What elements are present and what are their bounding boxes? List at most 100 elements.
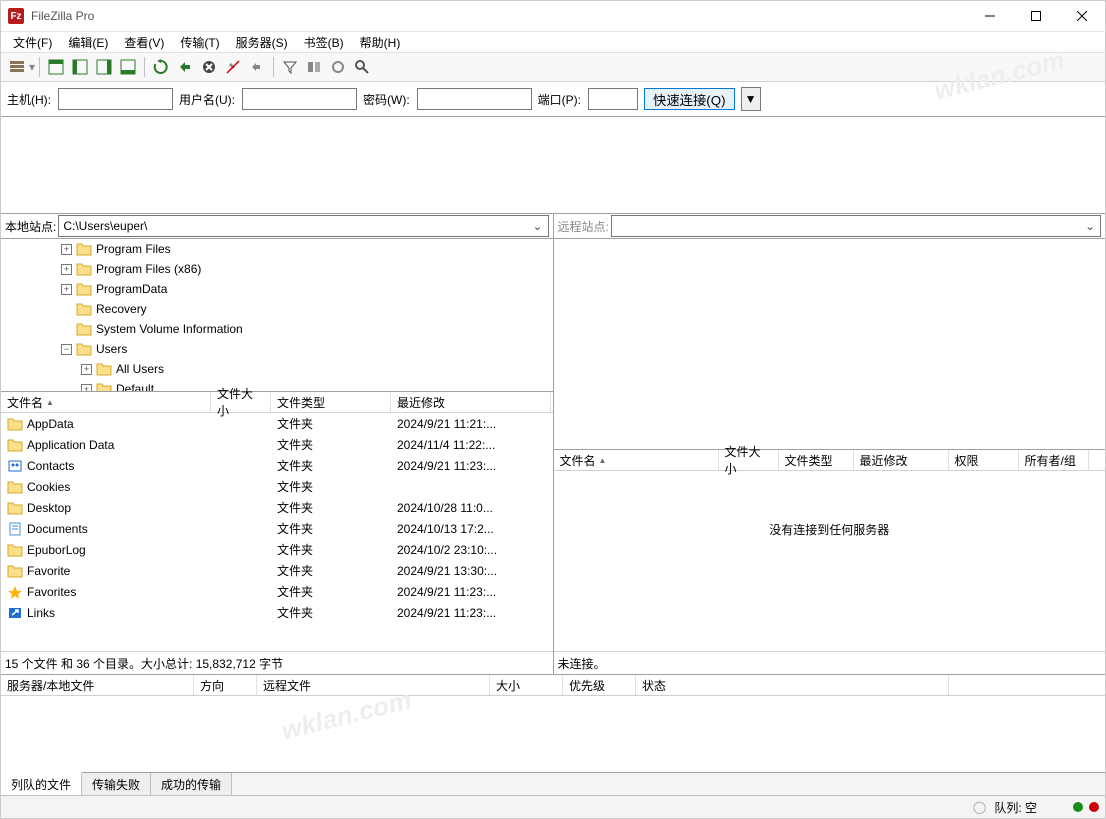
search-icon[interactable] <box>351 56 373 78</box>
remote-status: 未连接。 <box>554 651 1106 674</box>
menu-item[interactable]: 查看(V) <box>116 32 172 53</box>
pass-input[interactable] <box>417 88 532 110</box>
column-header[interactable]: 大小 <box>490 675 563 695</box>
statusbar: ◯ 队列: 空 <box>1 795 1105 818</box>
toggle-local-tree-icon[interactable] <box>69 56 91 78</box>
folder-icon <box>76 262 92 276</box>
tree-node[interactable]: +All Users <box>1 359 553 379</box>
app-icon: Fz <box>8 8 24 24</box>
menu-item[interactable]: 帮助(H) <box>352 32 409 53</box>
column-header[interactable]: 优先级 <box>563 675 636 695</box>
file-row[interactable]: EpuborLog文件夹2024/10/2 23:10:... <box>1 539 553 560</box>
queue-tab[interactable]: 成功的传输 <box>151 773 232 795</box>
column-header[interactable]: 服务器/本地文件 <box>1 675 194 695</box>
column-header[interactable]: 文件大小 <box>211 392 271 412</box>
message-log[interactable] <box>1 117 1105 214</box>
column-header[interactable]: 文件名▲ <box>1 392 211 412</box>
column-header[interactable]: 文件类型 <box>779 450 854 470</box>
toggle-remote-tree-icon[interactable] <box>93 56 115 78</box>
file-icon <box>7 564 23 578</box>
menu-item[interactable]: 书签(B) <box>296 32 352 53</box>
file-row[interactable]: Links文件夹2024/9/21 11:23:... <box>1 602 553 623</box>
tree-node[interactable]: System Volume Information <box>1 319 553 339</box>
column-header[interactable]: 权限 <box>949 450 1019 470</box>
chevron-down-icon[interactable]: ⌄ <box>530 218 546 234</box>
folder-icon <box>76 302 92 316</box>
file-row[interactable]: AppData文件夹2024/9/21 11:21:... <box>1 413 553 434</box>
file-row[interactable]: Cookies文件夹 <box>1 476 553 497</box>
process-queue-icon[interactable] <box>174 56 196 78</box>
host-input[interactable] <box>58 88 173 110</box>
disconnect-icon[interactable] <box>222 56 244 78</box>
tree-expander-icon[interactable]: + <box>81 364 92 375</box>
toggle-queue-icon[interactable] <box>117 56 139 78</box>
remote-path-input[interactable]: ⌄ <box>611 215 1101 237</box>
menu-item[interactable]: 传输(T) <box>172 32 227 53</box>
tree-node[interactable]: −Users <box>1 339 553 359</box>
tree-node[interactable]: +Program Files (x86) <box>1 259 553 279</box>
local-path-input[interactable]: C:\Users\euper\⌄ <box>58 215 548 237</box>
menu-item[interactable]: 编辑(E) <box>60 32 116 53</box>
tree-node[interactable]: +ProgramData <box>1 279 553 299</box>
tree-expander-icon[interactable]: − <box>61 344 72 355</box>
column-header[interactable]: 最近修改 <box>391 392 551 412</box>
tree-expander-icon[interactable]: + <box>61 284 72 295</box>
local-file-list[interactable]: 文件名▲文件大小文件类型最近修改 AppData文件夹2024/9/21 11:… <box>1 392 553 651</box>
tree-node[interactable]: +Program Files <box>1 239 553 259</box>
file-row[interactable]: Favorite文件夹2024/9/21 13:30:... <box>1 560 553 581</box>
window-title: FileZilla Pro <box>31 9 94 23</box>
port-input[interactable] <box>588 88 638 110</box>
menu-item[interactable]: 文件(F) <box>5 32 60 53</box>
transfer-queue: 服务器/本地文件方向远程文件大小优先级状态 列队的文件传输失败成功的传输 <box>1 674 1105 795</box>
file-row[interactable]: Contacts文件夹2024/9/21 11:23:... <box>1 455 553 476</box>
column-header[interactable]: 远程文件 <box>257 675 490 695</box>
quickconnect-dropdown-icon[interactable]: ▼ <box>741 87 761 111</box>
close-button[interactable] <box>1059 1 1105 31</box>
tree-expander-icon[interactable]: + <box>61 264 72 275</box>
remote-file-list[interactable]: 文件名▲文件大小文件类型最近修改权限所有者/组 没有连接到任何服务器 <box>554 450 1106 651</box>
queue-body[interactable] <box>1 696 1105 772</box>
tree-node[interactable]: +Default <box>1 379 553 392</box>
titlebar: Fz FileZilla Pro <box>1 1 1105 32</box>
refresh-icon[interactable] <box>150 56 172 78</box>
toggle-log-icon[interactable] <box>45 56 67 78</box>
tree-expander-icon[interactable]: + <box>61 244 72 255</box>
queue-tab[interactable]: 列队的文件 <box>1 772 82 795</box>
file-row[interactable]: Desktop文件夹2024/10/28 11:0... <box>1 497 553 518</box>
local-tree[interactable]: +Program Files+Program Files (x86)+Progr… <box>1 239 553 392</box>
column-header[interactable]: 状态 <box>636 675 949 695</box>
minimize-button[interactable] <box>967 1 1013 31</box>
reconnect-icon[interactable] <box>246 56 268 78</box>
file-row[interactable]: Documents文件夹2024/10/13 17:2... <box>1 518 553 539</box>
maximize-button[interactable] <box>1013 1 1059 31</box>
cancel-icon[interactable] <box>198 56 220 78</box>
file-row[interactable]: Favorites文件夹2024/9/21 11:23:... <box>1 581 553 602</box>
user-input[interactable] <box>242 88 357 110</box>
remote-tree[interactable] <box>554 239 1106 450</box>
column-header[interactable]: 文件大小 <box>719 450 779 470</box>
folder-icon <box>76 242 92 256</box>
menu-item[interactable]: 服务器(S) <box>228 32 296 53</box>
site-manager-icon[interactable] <box>6 56 28 78</box>
port-label: 端口(P): <box>538 91 581 108</box>
host-label: 主机(H): <box>7 91 51 108</box>
tree-node[interactable]: Recovery <box>1 299 553 319</box>
sync-icon[interactable] <box>327 56 349 78</box>
column-header[interactable]: 文件名▲ <box>554 450 719 470</box>
chevron-down-icon[interactable]: ⌄ <box>1082 218 1098 234</box>
user-label: 用户名(U): <box>179 91 235 108</box>
column-header[interactable]: 最近修改 <box>854 450 949 470</box>
folder-icon <box>96 382 112 392</box>
lock-icon: ◯ <box>973 800 986 814</box>
column-header[interactable]: 文件类型 <box>271 392 391 412</box>
folder-icon <box>76 322 92 336</box>
tree-expander-icon[interactable]: + <box>81 384 92 393</box>
column-header[interactable]: 所有者/组 <box>1019 450 1089 470</box>
file-row[interactable]: Application Data文件夹2024/11/4 11:22:... <box>1 434 553 455</box>
filter-icon[interactable] <box>279 56 301 78</box>
file-icon <box>7 438 23 452</box>
queue-tab[interactable]: 传输失败 <box>82 773 151 795</box>
quickconnect-button[interactable]: 快速连接(Q) <box>644 88 735 110</box>
compare-icon[interactable] <box>303 56 325 78</box>
column-header[interactable]: 方向 <box>194 675 257 695</box>
